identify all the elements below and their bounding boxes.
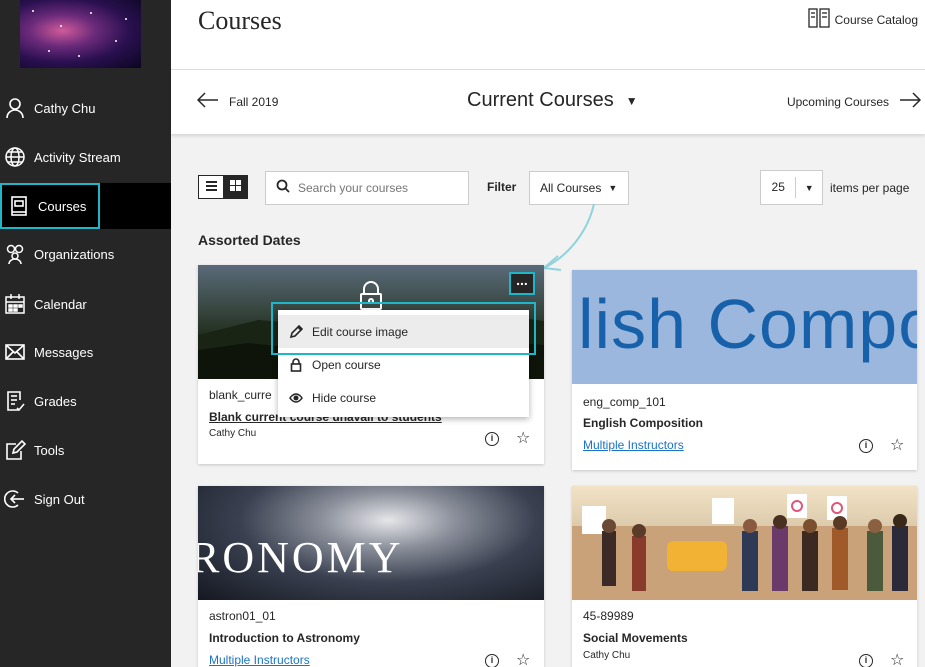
sidebar-item-label: Activity Stream xyxy=(34,149,121,165)
tools-icon xyxy=(0,439,30,461)
course-image: RONOMY xyxy=(198,486,544,600)
menu-item-label: Open course xyxy=(312,357,381,372)
next-term-label: Upcoming Courses xyxy=(786,94,889,109)
sidebar-item-label: Tools xyxy=(34,442,65,458)
term-navigation-bar: Fall 2019 Current Courses ▼ Upcoming Cou… xyxy=(171,70,925,134)
catalog-icon xyxy=(807,8,835,31)
instructors-link[interactable]: Multiple Instructors xyxy=(583,438,684,452)
course-instructor: Cathy Chu xyxy=(583,650,631,661)
items-per-page-label: items per page xyxy=(830,181,910,195)
sidebar-item-activity-stream[interactable]: Activity Stream xyxy=(0,134,171,180)
star-icon[interactable]: ☆ xyxy=(890,438,904,454)
sidebar-item-calendar[interactable]: Calendar xyxy=(0,281,171,327)
previous-term-label: Fall 2019 xyxy=(229,94,279,109)
course-options-button[interactable]: ... xyxy=(509,272,535,295)
course-name-link[interactable]: English Composition xyxy=(583,416,703,430)
menu-item-hide-course[interactable]: Hide course xyxy=(278,381,529,414)
sidebar-item-tools[interactable]: Tools xyxy=(0,427,171,473)
info-icon[interactable]: i xyxy=(485,432,499,446)
sidebar-item-grades[interactable]: Grades xyxy=(0,378,171,424)
sidebar-item-label: Organizations xyxy=(34,246,115,262)
sign-out-icon xyxy=(0,488,30,510)
eye-icon xyxy=(288,392,304,403)
grades-icon xyxy=(0,390,30,412)
course-card[interactable]: RONOMY astron01_01 Introduction to Astro… xyxy=(198,486,544,667)
user-icon xyxy=(0,97,30,119)
course-card[interactable]: 45-89989 Social Movements Cathy Chu i ☆ xyxy=(572,486,917,667)
next-term-button[interactable]: Upcoming Courses xyxy=(786,92,922,111)
info-icon[interactable]: i xyxy=(859,654,873,667)
filter-value: All Courses xyxy=(540,181,602,195)
grid-view-button[interactable] xyxy=(223,176,247,198)
search-field[interactable] xyxy=(265,171,469,205)
course-catalog-label: Course Catalog xyxy=(834,12,918,27)
list-view-button[interactable] xyxy=(199,176,223,198)
star-icon[interactable]: ☆ xyxy=(890,653,904,667)
section-heading: Assorted Dates xyxy=(198,232,301,248)
star-icon[interactable]: ☆ xyxy=(516,653,530,667)
search-icon xyxy=(276,179,290,198)
envelope-icon xyxy=(0,341,30,363)
lock-icon xyxy=(288,357,304,372)
sidebar-item-courses[interactable]: Courses xyxy=(0,183,171,229)
instructors-link[interactable]: Multiple Instructors xyxy=(209,653,310,667)
info-icon[interactable]: i xyxy=(859,439,873,453)
sidebar-item-profile[interactable]: Cathy Chu xyxy=(0,85,171,131)
sidebar-item-sign-out[interactable]: Sign Out xyxy=(0,476,171,522)
caret-down-icon: ▼ xyxy=(804,182,814,193)
grid-icon xyxy=(229,178,241,196)
arrow-left-icon xyxy=(196,92,229,111)
caret-down-icon: ▼ xyxy=(625,93,638,108)
info-icon[interactable]: i xyxy=(485,654,499,667)
star-icon[interactable]: ☆ xyxy=(516,431,530,447)
sidebar-item-label: Grades xyxy=(34,393,77,409)
view-toggle xyxy=(198,175,248,199)
sidebar-item-label: Calendar xyxy=(34,296,87,312)
course-card[interactable]: lish Compo eng_comp_101 English Composit… xyxy=(572,270,917,470)
annotation-arrow xyxy=(543,203,595,271)
arrow-right-icon xyxy=(889,92,922,111)
course-instructor: Cathy Chu xyxy=(209,428,257,439)
course-name-link[interactable]: Social Movements xyxy=(583,631,688,645)
list-icon xyxy=(205,178,217,196)
course-id: astron01_01 xyxy=(209,609,276,623)
calendar-icon xyxy=(0,293,30,315)
organizations-icon xyxy=(0,243,30,265)
items-per-page-value: 25 xyxy=(761,177,797,198)
course-image: lish Compo xyxy=(572,270,917,384)
course-id: eng_comp_101 xyxy=(583,395,666,409)
items-per-page-select[interactable]: 25 ▼ xyxy=(760,170,823,205)
previous-term-button[interactable]: Fall 2019 xyxy=(196,92,279,111)
course-image-text: RONOMY xyxy=(198,533,404,582)
course-id: blank_curre xyxy=(209,388,272,402)
filter-label: Filter xyxy=(487,180,517,194)
course-image-text: lish Compo xyxy=(578,285,917,363)
page-header: Courses Course Catalog xyxy=(171,0,925,70)
search-input[interactable] xyxy=(298,181,458,195)
course-image xyxy=(572,486,917,600)
sidebar-item-label: Sign Out xyxy=(34,491,85,507)
focus-outline xyxy=(271,302,536,355)
focus-outline xyxy=(0,183,100,229)
sidebar-item-label: Cathy Chu xyxy=(34,100,96,116)
menu-item-label: Hide course xyxy=(312,390,377,405)
sidebar-item-label: Messages xyxy=(34,344,94,360)
globe-icon xyxy=(0,146,30,168)
course-id: 45-89989 xyxy=(583,609,634,623)
course-catalog-link[interactable]: Course Catalog xyxy=(807,8,918,31)
current-term-label: Current Courses xyxy=(467,89,614,111)
sidebar-item-messages[interactable]: Messages xyxy=(0,329,171,375)
sidebar-banner-image xyxy=(20,0,141,68)
page-title: Courses xyxy=(198,6,282,35)
sidebar-item-organizations[interactable]: Organizations xyxy=(0,231,171,277)
sidebar: Cathy Chu Activity Stream Courses Organi… xyxy=(0,0,171,667)
caret-down-icon: ▼ xyxy=(608,183,618,193)
course-name-link[interactable]: Introduction to Astronomy xyxy=(209,631,360,645)
current-term-dropdown[interactable]: Current Courses ▼ xyxy=(467,89,638,112)
